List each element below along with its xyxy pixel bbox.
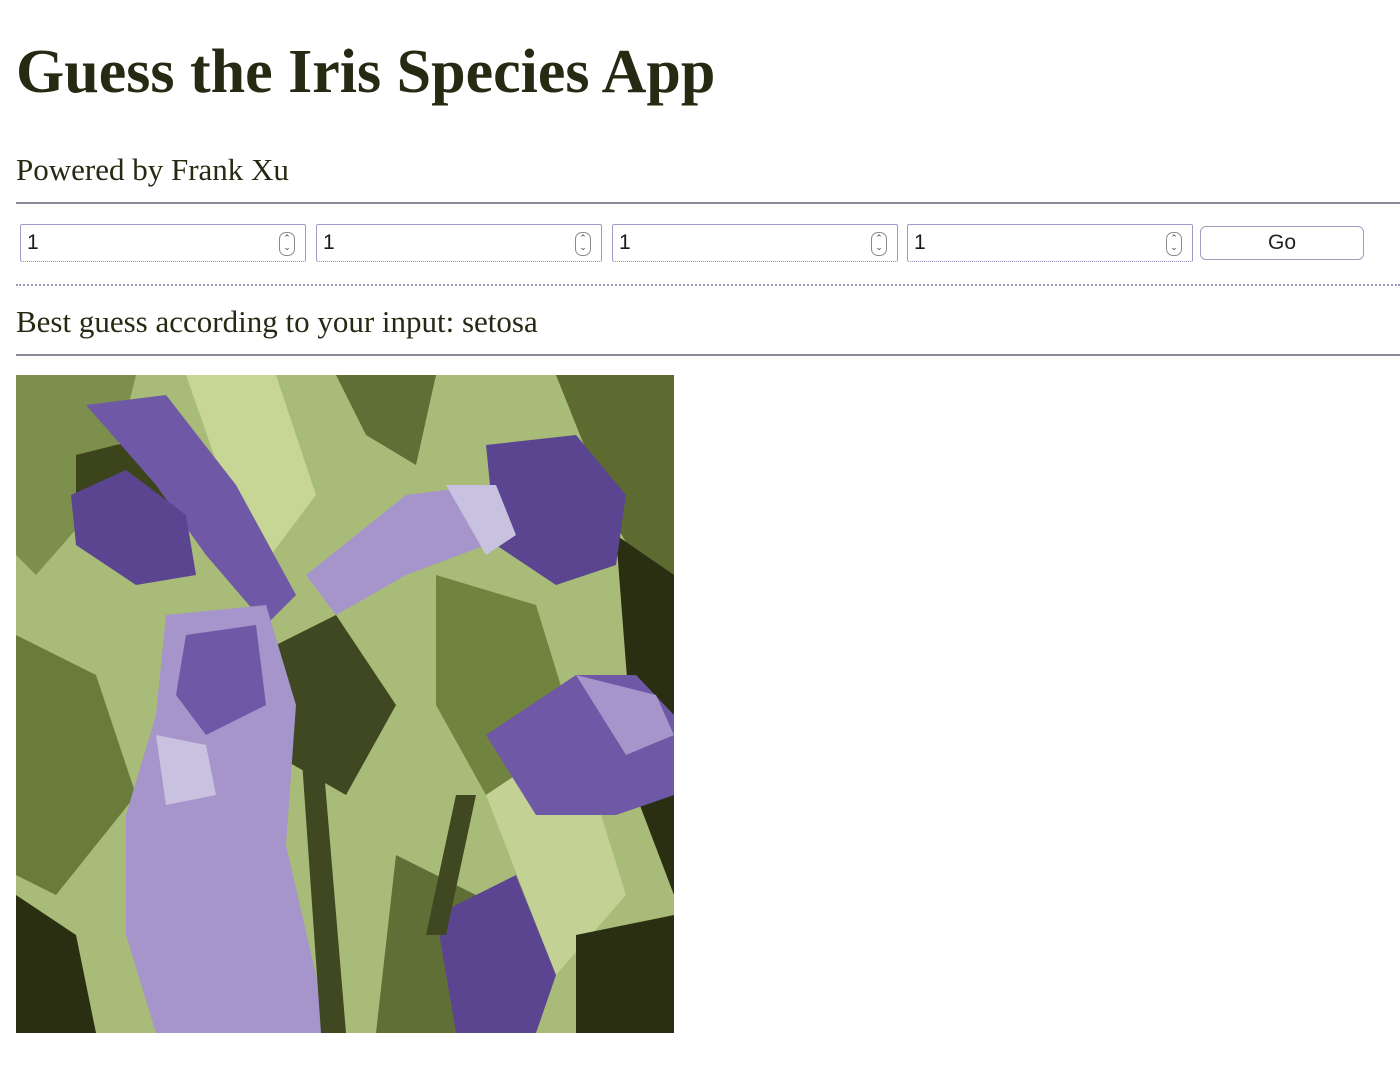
chevron-down-icon[interactable]: ⌄ <box>1170 244 1178 253</box>
page-subtitle: Powered by Frank Xu <box>16 152 289 187</box>
chevron-up-icon[interactable]: ⌃ <box>875 235 883 244</box>
chevron-up-icon[interactable]: ⌃ <box>579 235 587 244</box>
number-input-4[interactable] <box>908 225 1164 261</box>
stepper-4[interactable]: ⌃ ⌄ <box>1166 232 1182 256</box>
number-input-2[interactable] <box>317 225 573 261</box>
page-title: Guess the Iris Species App <box>16 38 716 106</box>
chevron-up-icon[interactable]: ⌃ <box>1170 235 1178 244</box>
chevron-down-icon[interactable]: ⌄ <box>875 244 883 253</box>
number-field-2: ⌃ ⌄ <box>316 224 602 262</box>
number-input-1[interactable] <box>21 225 277 261</box>
prediction-form: ⌃ ⌄ ⌃ ⌄ ⌃ ⌄ ⌃ ⌄ Go <box>20 224 1380 266</box>
iris-flower-image <box>16 375 674 1033</box>
number-field-3: ⌃ ⌄ <box>612 224 898 262</box>
number-field-4: ⌃ ⌄ <box>907 224 1193 262</box>
divider <box>16 202 1400 204</box>
stepper-2[interactable]: ⌃ ⌄ <box>575 232 591 256</box>
chevron-down-icon[interactable]: ⌄ <box>579 244 587 253</box>
divider <box>16 354 1400 356</box>
number-input-3[interactable] <box>613 225 869 261</box>
chevron-down-icon[interactable]: ⌄ <box>283 244 291 253</box>
page: Guess the Iris Species App Powered by Fr… <box>0 0 1400 1074</box>
chevron-up-icon[interactable]: ⌃ <box>283 235 291 244</box>
go-button[interactable]: Go <box>1200 226 1364 260</box>
stepper-3[interactable]: ⌃ ⌄ <box>871 232 887 256</box>
prediction-result: Best guess according to your input: seto… <box>16 304 538 339</box>
stepper-1[interactable]: ⌃ ⌄ <box>279 232 295 256</box>
number-field-1: ⌃ ⌄ <box>20 224 306 262</box>
divider <box>16 284 1400 286</box>
